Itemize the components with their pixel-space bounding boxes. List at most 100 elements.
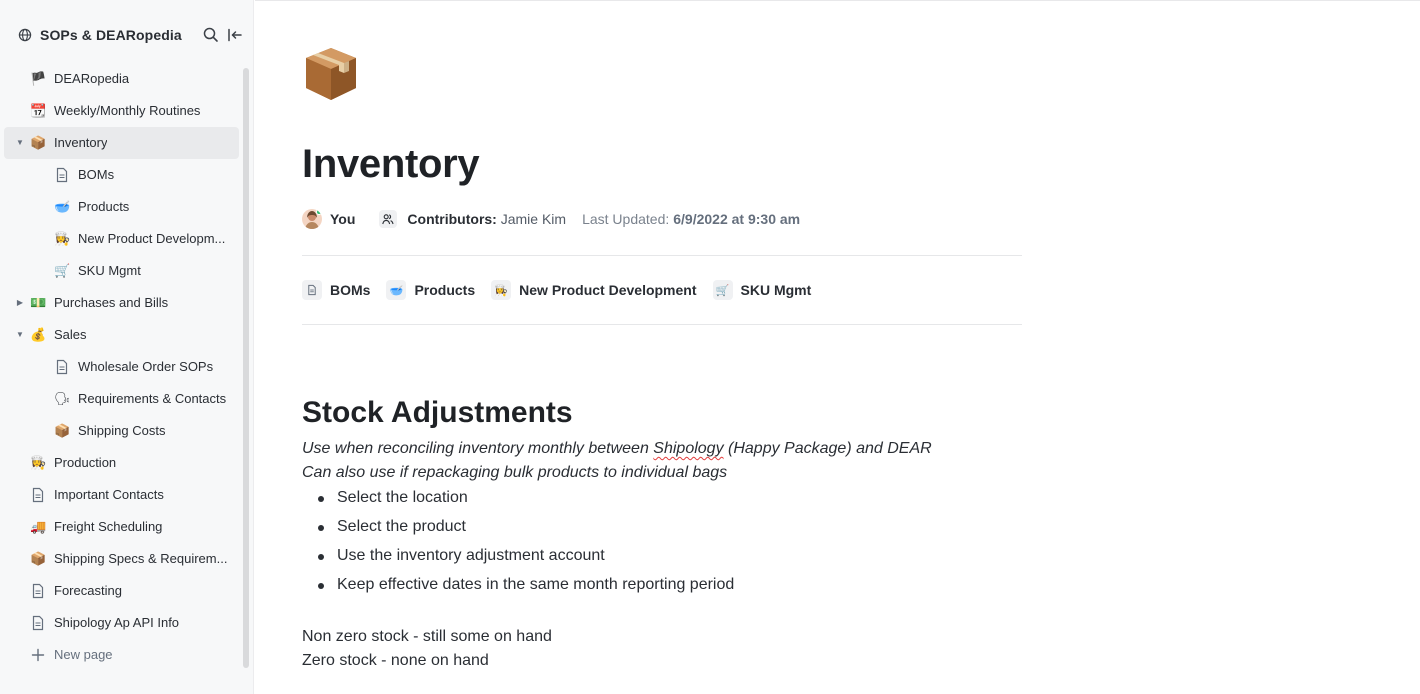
sidebar-scrollbar[interactable] <box>243 68 249 668</box>
collapse-sidebar-icon[interactable] <box>226 26 244 44</box>
sidebar-item-products[interactable]: 🥣 Products <box>4 191 239 223</box>
sidebar-item-label: Requirements & Contacts <box>78 391 227 406</box>
sidebar-item-label: Shipology Ap API Info <box>54 615 180 630</box>
sidebar-item-requirements-contacts[interactable]: 🗣 Requirements & Contacts <box>4 383 239 415</box>
subpage-label: Products <box>414 282 476 298</box>
sidebar-item-label: Products <box>78 199 130 214</box>
sidebar-item-weekly-monthly-routines[interactable]: 📆 Weekly/Monthly Routines <box>4 95 239 127</box>
sidebar-item-shipology-api-info[interactable]: Shipology Ap API Info <box>4 607 239 639</box>
sidebar-item-label: Forecasting <box>54 583 122 598</box>
document-icon <box>30 615 46 631</box>
document-icon <box>302 280 322 300</box>
document-icon <box>54 167 70 183</box>
list-item[interactable]: Select the location <box>318 487 734 516</box>
sidebar-item-new-product-development[interactable]: 👩‍🍳 New Product Developm... <box>4 223 239 255</box>
document-icon <box>54 359 70 375</box>
sidebar-item-wholesale-order-sops[interactable]: Wholesale Order SOPs <box>4 351 239 383</box>
sidebar-item-shipping-specs[interactable]: 📦 Shipping Specs & Requirem... <box>4 543 239 575</box>
subpage-label: SKU Mgmt <box>740 282 812 298</box>
sidebar-item-boms[interactable]: BOMs <box>4 159 239 191</box>
section-heading[interactable]: Stock Adjustments <box>302 396 573 430</box>
sidebar-item-important-contacts[interactable]: Important Contacts <box>4 479 239 511</box>
sidebar-item-dearopedia[interactable]: 🏴 DEARopedia <box>4 63 239 95</box>
last-updated-value: 6/9/2022 at 9:30 am <box>673 211 801 227</box>
note-text: Use when reconciling inventory monthly b… <box>302 440 654 457</box>
list-item[interactable]: Select the product <box>318 516 734 545</box>
sidebar: SOPs & DEARopedia 🏴 DEARopedia 📆 Weekly/… <box>0 0 254 694</box>
misspelled-word[interactable]: Shipology <box>653 440 723 457</box>
subpage-link-products[interactable]: 🥣 Products <box>386 280 475 300</box>
sidebar-item-purchases-and-bills[interactable]: ▶ 💵 Purchases and Bills <box>4 287 239 319</box>
sidebar-item-sku-mgmt[interactable]: 🛒 SKU Mgmt <box>4 255 239 287</box>
sidebar-header: SOPs & DEARopedia <box>0 0 254 70</box>
sidebar-item-label: Inventory <box>54 135 108 150</box>
document-icon <box>30 583 46 599</box>
sidebar-item-label: Important Contacts <box>54 487 164 502</box>
sidebar-item-label: DEARopedia <box>54 71 130 86</box>
list-item[interactable]: Keep effective dates in the same month r… <box>318 574 734 603</box>
chef-icon: 👩‍🍳 <box>54 231 71 246</box>
sidebar-item-label: Shipping Specs & Requirem... <box>54 551 228 566</box>
list-item[interactable]: Use the inventory adjustment account <box>318 545 734 574</box>
search-icon[interactable] <box>202 26 220 44</box>
bowl-icon: 🥣 <box>386 280 407 300</box>
caret-right-icon[interactable]: ▶ <box>15 298 25 308</box>
paragraph[interactable]: Zero stock - none on hand <box>302 652 489 670</box>
divider <box>302 324 1022 325</box>
top-border <box>255 0 1420 1</box>
sidebar-item-label: Shipping Costs <box>78 423 166 438</box>
package-icon[interactable] <box>302 44 360 104</box>
flag-icon: 🏴 <box>30 71 47 86</box>
bowl-icon: 🥣 <box>54 199 71 214</box>
subpage-link-boms[interactable]: BOMs <box>302 280 370 300</box>
bullet-list: Select the location Select the product U… <box>318 487 734 603</box>
subpages-list: BOMs 🥣 Products 👩‍🍳 New Product Developm… <box>302 278 827 302</box>
new-page-label: New page <box>54 647 113 662</box>
sidebar-item-label: SKU Mgmt <box>78 263 141 278</box>
money-icon: 💵 <box>30 295 47 310</box>
caret-down-icon[interactable]: ▼ <box>15 330 25 340</box>
page-tree: 🏴 DEARopedia 📆 Weekly/Monthly Routines ▼… <box>4 63 239 671</box>
sidebar-item-freight-scheduling[interactable]: 🚚 Freight Scheduling <box>4 511 239 543</box>
sidebar-item-production[interactable]: 👩‍🍳 Production <box>4 447 239 479</box>
author-name[interactable]: You <box>330 211 355 227</box>
cart-icon: 🛒 <box>712 280 733 300</box>
package-icon: 📦 <box>30 135 47 150</box>
subpage-label: BOMs <box>330 282 371 298</box>
cart-icon: 🛒 <box>54 263 71 278</box>
truck-icon: 🚚 <box>30 519 47 534</box>
workspace-title[interactable]: SOPs & DEARopedia <box>40 27 182 43</box>
sidebar-item-forecasting[interactable]: Forecasting <box>4 575 239 607</box>
avatar[interactable] <box>302 209 322 229</box>
sidebar-item-inventory[interactable]: ▼ 📦 Inventory <box>4 127 239 159</box>
plus-icon <box>30 647 46 663</box>
paragraph[interactable]: Non zero stock - still some on hand <box>302 628 552 646</box>
sidebar-item-label: Sales <box>54 327 87 342</box>
contributors-names[interactable]: Jamie Kim <box>497 211 566 227</box>
package-icon: 📦 <box>30 551 47 566</box>
subpage-link-sku-mgmt[interactable]: 🛒 SKU Mgmt <box>712 280 812 300</box>
globe-icon[interactable] <box>18 28 32 42</box>
sidebar-item-shipping-costs[interactable]: 📦 Shipping Costs <box>4 415 239 447</box>
page-meta: You Contributors: Jamie Kim Last Updated… <box>302 207 800 231</box>
sidebar-item-label: Production <box>54 455 117 470</box>
page-title[interactable]: Inventory <box>302 142 480 187</box>
sidebar-item-label: New Product Developm... <box>78 231 226 246</box>
document-icon <box>30 487 46 503</box>
note-line[interactable]: Can also use if repackaging bulk product… <box>302 464 727 482</box>
sidebar-item-sales[interactable]: ▼ 💰 Sales <box>4 319 239 351</box>
online-status-icon <box>316 209 322 215</box>
caret-down-icon[interactable]: ▼ <box>15 138 25 148</box>
new-page-button[interactable]: New page <box>4 639 239 671</box>
sidebar-item-label: Wholesale Order SOPs <box>78 359 214 374</box>
subpage-link-new-product-development[interactable]: 👩‍🍳 New Product Development <box>491 280 697 300</box>
contributors-icon <box>379 210 398 228</box>
note-text: (Happy Package) and DEAR <box>723 440 932 457</box>
note-line[interactable]: Use when reconciling inventory monthly b… <box>302 440 932 458</box>
sidebar-item-label: Weekly/Monthly Routines <box>54 103 201 118</box>
subpage-label: New Product Development <box>519 282 697 298</box>
contributors-label: Contributors: <box>407 211 497 227</box>
moneybag-icon: 💰 <box>30 327 47 342</box>
chef-icon: 👩‍🍳 <box>491 280 512 300</box>
last-updated-label: Last Updated: <box>582 211 670 227</box>
